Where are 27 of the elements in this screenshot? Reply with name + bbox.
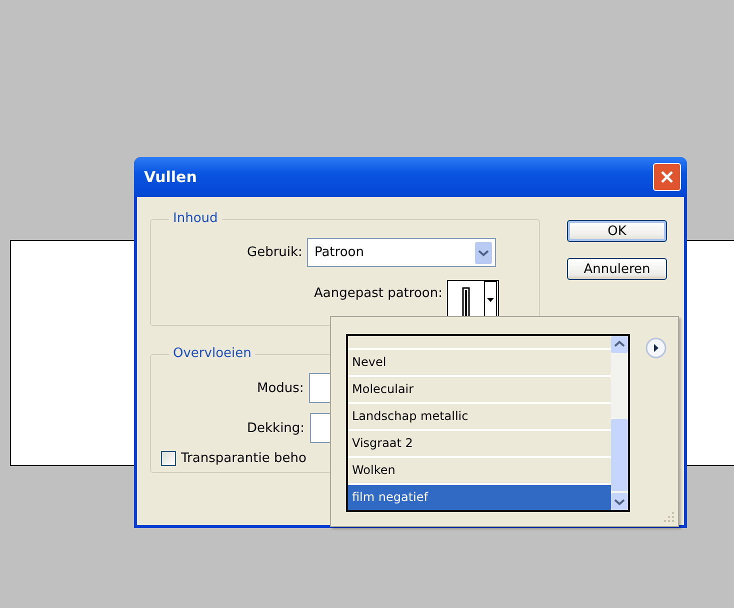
checkbox-label: Transparantie beho	[181, 451, 306, 466]
field-label: Dekking:	[247, 420, 305, 436]
list-item[interactable]: film negatief	[348, 485, 611, 510]
list-item[interactable]: Moleculair	[348, 377, 611, 404]
checkbox[interactable]	[161, 451, 176, 466]
window-title: Vullen	[144, 168, 197, 186]
dialog-button[interactable]: OK	[567, 220, 667, 242]
close-button[interactable]	[653, 163, 681, 191]
list-item[interactable]: Visgraat 2	[348, 431, 611, 458]
list-item[interactable]: Wolken	[348, 458, 611, 485]
dialog-button[interactable]: Annuleren	[567, 258, 667, 280]
pattern-picker[interactable]	[447, 280, 500, 318]
field-label: Gebruik:	[247, 245, 302, 260]
field-label: Aangepast patroon:	[314, 286, 442, 301]
close-icon	[659, 169, 675, 185]
caret-icon	[484, 281, 498, 317]
scroll-down-icon[interactable]	[611, 493, 628, 510]
scroll-thumb[interactable]	[611, 419, 628, 491]
list-item[interactable]: Landschap metallic	[348, 404, 611, 431]
dropdown-value: Patroon	[314, 245, 364, 260]
scrollbar[interactable]	[611, 336, 628, 510]
resize-grip-icon[interactable]	[663, 511, 675, 523]
pattern-swatch-icon	[462, 287, 470, 317]
use-dropdown[interactable]: Patroon	[307, 238, 496, 267]
list-item[interactable]: Nevel	[348, 350, 611, 377]
field-label: Modus:	[257, 380, 304, 396]
scroll-up-icon[interactable]	[611, 336, 628, 353]
